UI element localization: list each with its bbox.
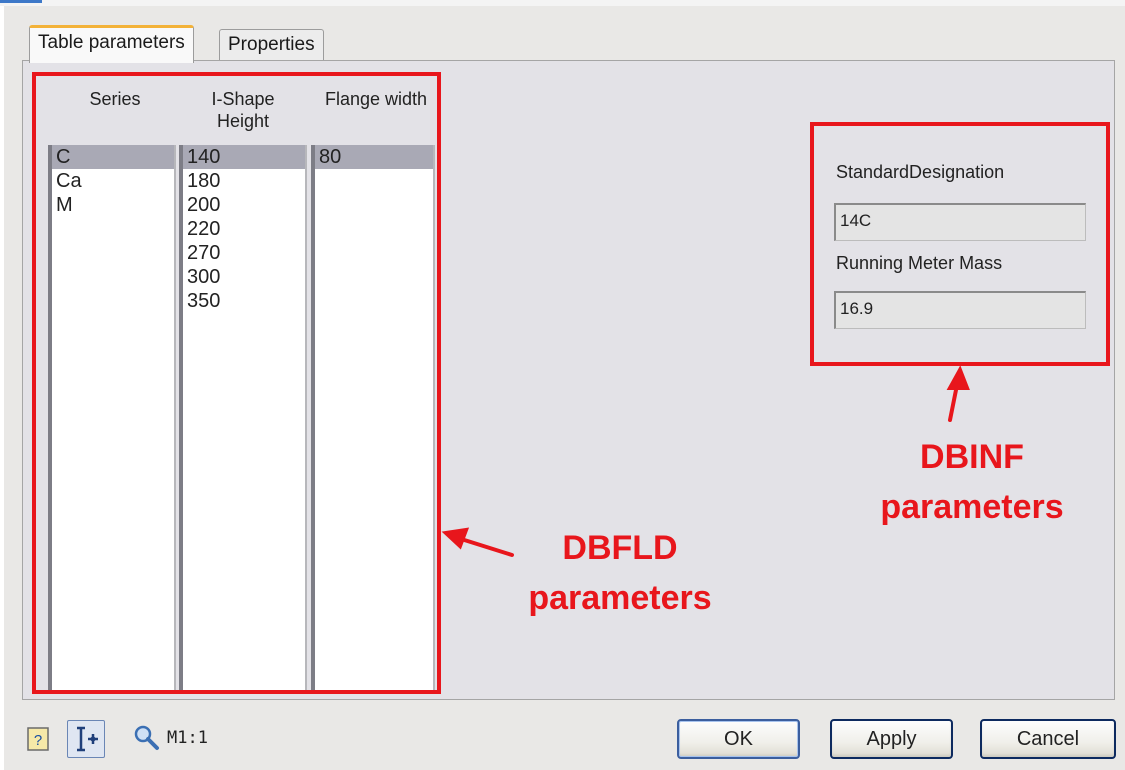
dbfld-annotation: DBFLD parameters <box>520 523 720 623</box>
dbfld-annotation-line1: DBFLD <box>562 529 678 567</box>
tab-table-parameters[interactable]: Table parameters <box>29 25 194 63</box>
dbinf-annotation: DBINF parameters <box>872 432 1072 532</box>
zoom-icon[interactable] <box>131 722 161 752</box>
help-icon[interactable]: ? <box>23 724 53 754</box>
dbinf-annotation-line2: parameters <box>880 488 1064 526</box>
svg-text:?: ? <box>34 732 42 749</box>
apply-button[interactable]: Apply <box>830 719 953 759</box>
dbinf-highlight-box <box>810 122 1110 366</box>
cancel-button[interactable]: Cancel <box>980 719 1116 759</box>
dbinf-annotation-line1: DBINF <box>920 438 1024 476</box>
scale-readout: M1:1 <box>167 728 208 748</box>
dbfld-highlight-box <box>32 72 441 694</box>
ok-button[interactable]: OK <box>677 719 800 759</box>
snap-icon[interactable] <box>67 720 105 758</box>
tab-properties[interactable]: Properties <box>219 29 324 61</box>
title-bar-fragment <box>0 0 42 3</box>
dbfld-annotation-line2: parameters <box>528 579 712 617</box>
